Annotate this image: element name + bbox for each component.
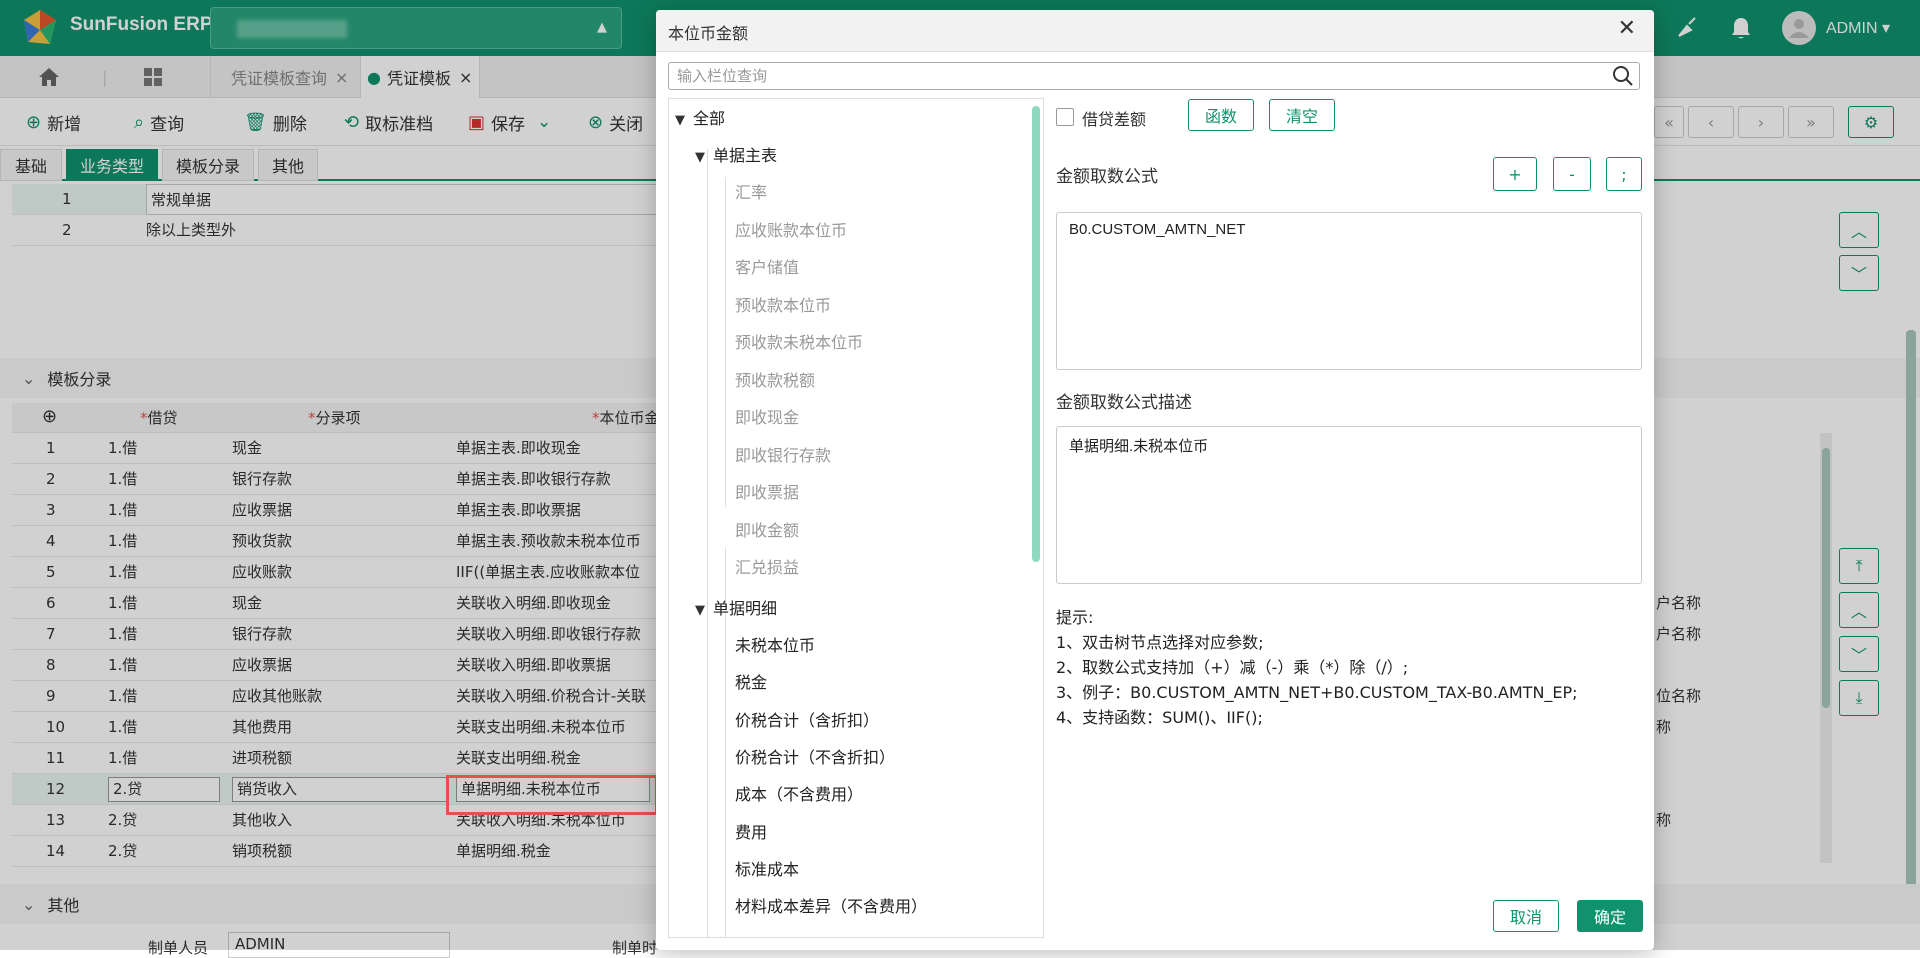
dialog-title: 本位币金额 bbox=[668, 24, 749, 43]
clear-button[interactable]: 清空 bbox=[1269, 99, 1335, 131]
tree-leaf[interactable]: 费用 bbox=[735, 819, 767, 843]
tree-leaf[interactable]: 即收银行存款 bbox=[735, 442, 831, 466]
hint-line: 1、双击树节点选择对应参数; bbox=[1056, 633, 1264, 652]
semicolon-button[interactable]: ; bbox=[1606, 157, 1642, 191]
tree-leaf[interactable]: 应收账款本位币 bbox=[735, 217, 847, 241]
hint-line: 3、例子：B0.CUSTOM_AMTN_NET+B0.CUSTOM_TAX-B0… bbox=[1056, 683, 1578, 702]
tree-leaf[interactable]: 未税本位币 bbox=[735, 632, 815, 656]
function-button[interactable]: 函数 bbox=[1188, 99, 1254, 131]
plus-button[interactable]: + bbox=[1493, 157, 1537, 191]
tree-leaf[interactable]: 客户储值 bbox=[735, 254, 799, 278]
minus-button[interactable]: - bbox=[1553, 157, 1591, 191]
chevron-down-icon: ▼ bbox=[695, 150, 705, 165]
tree-leaf[interactable]: 即收金额 bbox=[735, 517, 799, 541]
tree-leaf[interactable]: 成本（不含费用） bbox=[735, 781, 863, 805]
tree-leaf[interactable]: 预收款未税本位币 bbox=[735, 329, 863, 353]
formula-textarea[interactable]: B0.CUSTOM_AMTN_NET bbox=[1056, 212, 1642, 370]
search-icon[interactable] bbox=[1612, 65, 1634, 91]
tree-guide-line bbox=[707, 149, 708, 937]
chevron-down-icon: ▼ bbox=[675, 113, 685, 128]
formula-desc-textarea[interactable]: 单据明细.未税本位币 bbox=[1056, 426, 1642, 584]
tree-leaf[interactable]: 标准成本 bbox=[735, 856, 799, 880]
tree-leaf[interactable]: 预收款税额 bbox=[735, 367, 815, 391]
chevron-down-icon: ▼ bbox=[695, 603, 705, 618]
tree-node-group[interactable]: ▼ 单据明细 bbox=[695, 595, 777, 619]
ok-button[interactable]: 确定 bbox=[1577, 900, 1643, 932]
tree-node-label: 单据主表 bbox=[713, 146, 778, 165]
tree-leaf[interactable]: 价税合计（含折扣） bbox=[735, 707, 879, 731]
balance-diff-checkbox[interactable] bbox=[1056, 108, 1074, 126]
tree-guide-line bbox=[725, 177, 726, 507]
tree-leaf[interactable]: 预收款本位币 bbox=[735, 292, 831, 316]
field-search-input[interactable] bbox=[668, 62, 1640, 90]
formula-label: 金额取数公式 bbox=[1056, 167, 1158, 187]
tree-scrollbar[interactable] bbox=[1032, 106, 1040, 562]
tree-leaf[interactable]: 汇率 bbox=[735, 179, 767, 203]
close-icon[interactable]: ✕ bbox=[1618, 16, 1636, 41]
tree-node-root[interactable]: ▼ 全部 bbox=[675, 105, 725, 129]
tree-node-group[interactable]: ▼ 单据主表 bbox=[695, 142, 777, 166]
hint-line: 4、支持函数：SUM()、IIF(); bbox=[1056, 708, 1263, 727]
field-tree[interactable]: ▼ 全部 ▼ 单据主表 汇率应收账款本位币 客户储值预收款本位币预收款未税本位币 预收款… bbox=[668, 98, 1044, 938]
formula-dialog: 本位币金额 ✕ ▼全部 ▼单据主表 汇率应收账款本位币客户储值预收款本位币预收款… bbox=[656, 10, 1654, 950]
dialog-header: 本位币金额 ✕ bbox=[656, 10, 1654, 52]
tree-node-label: 全部 bbox=[693, 109, 726, 128]
tree-leaf[interactable]: 即收票据 bbox=[735, 479, 799, 503]
tree-node-label: 单据明细 bbox=[713, 599, 778, 618]
hint-title: 提示: bbox=[1056, 608, 1094, 627]
formula-desc-label: 金额取数公式描述 bbox=[1056, 393, 1192, 413]
tree-leaf[interactable]: 材料成本差异（不含费用） bbox=[735, 893, 927, 917]
tree-leaf[interactable]: 价税合计（不含折扣） bbox=[735, 744, 895, 768]
cancel-button[interactable]: 取消 bbox=[1493, 900, 1559, 932]
tree-leaf[interactable]: 即收现金 bbox=[735, 404, 799, 428]
tree-leaf[interactable]: 汇兑损益 bbox=[735, 554, 799, 578]
tree-leaf[interactable]: 税金 bbox=[735, 669, 767, 693]
balance-diff-label: 借贷差额 bbox=[1082, 110, 1147, 129]
hint-line: 2、取数公式支持加（+）减（-）乘（*）除（/）; bbox=[1056, 658, 1409, 677]
